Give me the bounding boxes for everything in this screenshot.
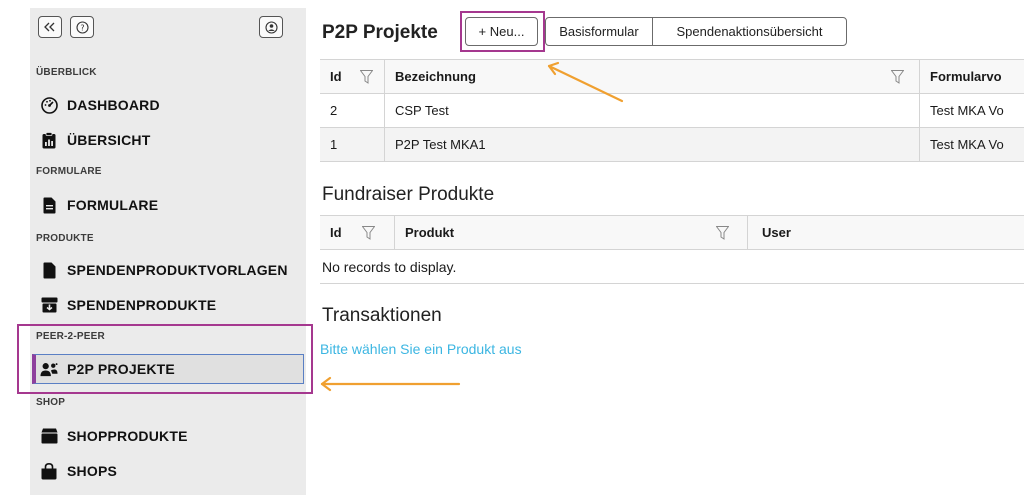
annotation-arrows-layer — [320, 61, 624, 392]
annotation-arrow-new-button — [547, 61, 624, 103]
annotation-arrow-sidebar — [320, 376, 461, 392]
